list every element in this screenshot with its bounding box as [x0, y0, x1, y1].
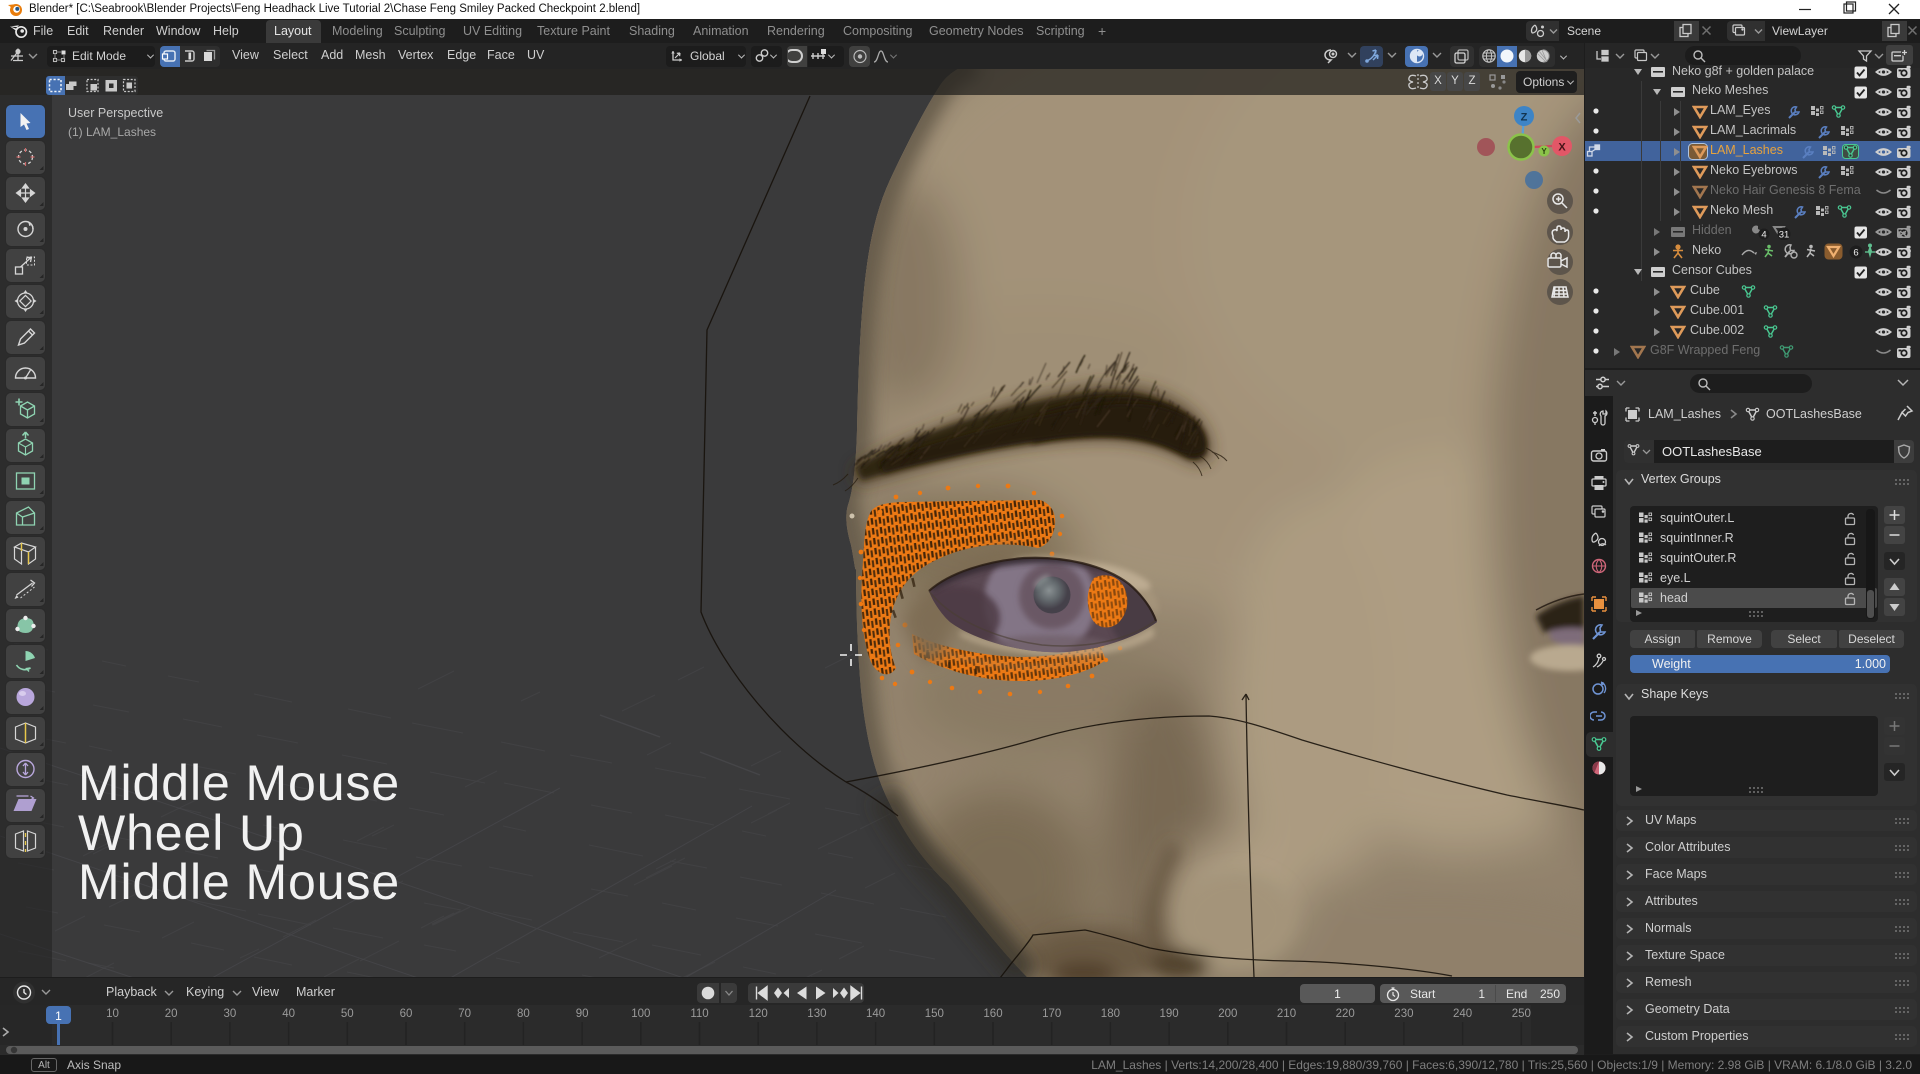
- svg-text:6: 6: [1853, 248, 1858, 259]
- svg-text:Middle Mouse: Middle Mouse: [78, 854, 400, 910]
- svg-text:Middle Mouse: Middle Mouse: [78, 755, 400, 811]
- svg-text:X: X: [1558, 142, 1566, 154]
- svg-text:4: 4: [1761, 230, 1766, 241]
- svg-text:Wheel Up: Wheel Up: [78, 805, 305, 861]
- svg-text:31: 31: [1779, 230, 1790, 241]
- svg-text:(1) LAM_Lashes: (1) LAM_Lashes: [68, 125, 156, 139]
- svg-text:Z: Z: [1521, 112, 1528, 124]
- svg-text:User Perspective: User Perspective: [68, 106, 163, 120]
- svg-text:Y: Y: [1541, 147, 1547, 156]
